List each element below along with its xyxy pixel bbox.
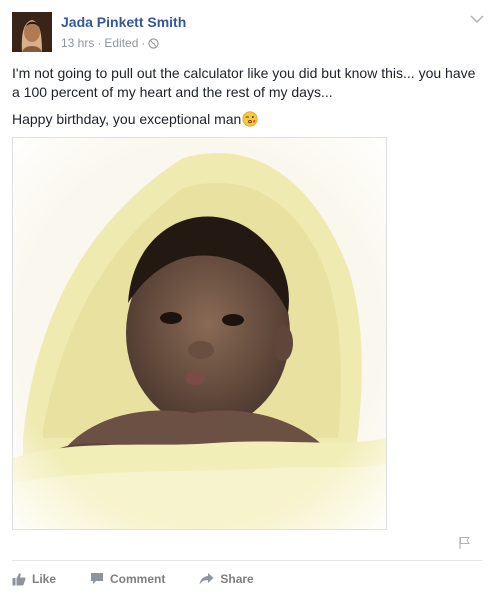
post-paragraph: Happy birthday, you exceptional man [12, 111, 242, 127]
author-name-link[interactable]: Jada Pinkett Smith [61, 14, 186, 30]
like-label: Like [32, 571, 57, 586]
post-timestamp[interactable]: 13 hrs [61, 36, 94, 50]
author-avatar[interactable] [12, 12, 52, 52]
comment-button[interactable]: Comment [90, 572, 165, 586]
avatar-image [12, 12, 52, 52]
kiss-emoji [242, 111, 258, 127]
meta-separator: · [141, 36, 146, 50]
comment-icon [91, 573, 104, 584]
share-button[interactable]: Share [199, 571, 254, 586]
comment-label: Comment [110, 571, 166, 586]
edited-label[interactable]: Edited [104, 36, 138, 50]
globe-icon[interactable] [148, 37, 160, 49]
post-meta: 13 hrs · Edited · [61, 36, 160, 50]
post-paragraph-with-emoji: Happy birthday, you exceptional man [12, 110, 484, 129]
post-paragraph: I'm not going to pull out the calculator… [12, 65, 476, 100]
post-photo[interactable] [12, 137, 387, 530]
share-label: Share [220, 571, 254, 586]
chevron-down-icon[interactable] [470, 14, 484, 24]
like-button[interactable]: Like [12, 572, 56, 586]
feed-post: Jada Pinkett Smith 13 hrs · Edited · I'm… [0, 0, 494, 595]
post-actions-bar: Like Comment Share [12, 560, 482, 596]
baby-photo [13, 138, 386, 529]
share-icon [199, 573, 214, 585]
flag-icon[interactable] [458, 536, 471, 550]
meta-separator: · [97, 36, 102, 50]
thumbs-up-icon [12, 572, 26, 585]
post-text: I'm not going to pull out the calculator… [12, 64, 484, 137]
